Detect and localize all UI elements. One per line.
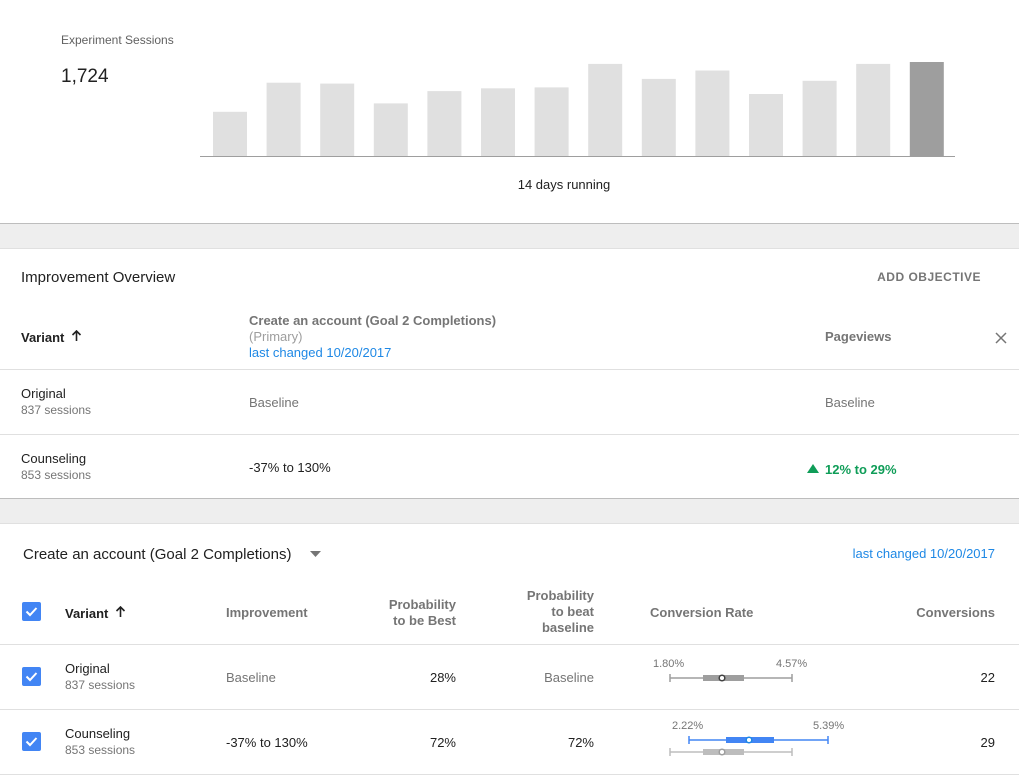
select-all-checkbox[interactable]: [22, 602, 41, 621]
prob-best-header: Probability to be Best: [389, 597, 456, 629]
pageviews-value: 12% to 29%: [825, 462, 897, 477]
detail-row-counseling: Counseling 853 sessions: [65, 726, 135, 758]
session-bar: [213, 111, 247, 156]
cr-high-label: 5.39%: [813, 720, 845, 732]
prob-best-value: 72%: [429, 735, 456, 750]
conversion-rate-interval: [669, 674, 793, 682]
variant-sessions: 853 sessions: [65, 743, 136, 757]
variant-checkbox-original[interactable]: [22, 667, 41, 686]
pageviews-value: Baseline: [825, 395, 875, 410]
dropdown-arrow-icon: [309, 544, 321, 562]
pageviews-header: Pageviews: [825, 329, 892, 344]
session-bar: [641, 78, 676, 156]
variant-sessions: 853 sessions: [21, 468, 92, 482]
cr-low-label: 1.80%: [653, 658, 685, 670]
session-bar: [266, 82, 301, 156]
session-bar: [588, 63, 623, 156]
conversions-header: Conversions: [916, 605, 995, 620]
goal-primary-label: (Primary): [249, 329, 303, 344]
check-icon: [25, 737, 38, 747]
session-bar: [802, 80, 837, 156]
variant-checkbox-counseling[interactable]: [22, 732, 41, 751]
variant-sessions: 837 sessions: [65, 678, 136, 692]
goal-value: Baseline: [249, 395, 299, 410]
variant-sort-header[interactable]: Variant: [21, 329, 82, 347]
check-icon: [25, 607, 38, 617]
variant-header-label: Variant: [65, 606, 109, 622]
goal-last-changed-link[interactable]: last changed 10/20/2017: [249, 345, 496, 361]
prob-beat-line3: baseline: [541, 620, 594, 635]
add-objective-button[interactable]: ADD OBJECTIVE: [877, 270, 981, 284]
prob-beat-header: Probability to beat baseline: [527, 588, 594, 636]
prob-beat-line2: to beat: [551, 604, 594, 619]
goal-column-header: Create an account (Goal 2 Completions) (…: [249, 313, 496, 361]
variant-name: Original: [21, 386, 66, 401]
detail-last-changed-link[interactable]: last changed 10/20/2017: [853, 546, 995, 561]
days-running: 14 days running: [517, 177, 611, 192]
conversion-rate-header: Conversion Rate: [650, 605, 754, 620]
objective-title: Create an account (Goal 2 Completions): [23, 546, 292, 563]
session-bar: [856, 63, 891, 156]
objective-selector[interactable]: Create an account (Goal 2 Completions): [23, 544, 321, 564]
prob-beat-value: Baseline: [544, 670, 594, 685]
variant-header-label: Variant: [21, 330, 65, 345]
conversions-value: 29: [980, 735, 995, 750]
improvement-overview-card: Improvement Overview ADD OBJECTIVE Varia…: [0, 248, 1019, 499]
variant-name: Original: [65, 661, 110, 676]
prob-best-line1: Probability: [388, 597, 456, 612]
improvement-value: -37% to 130%: [226, 735, 308, 750]
check-icon: [25, 672, 38, 682]
session-bar: [320, 83, 355, 156]
overview-title: Improvement Overview: [21, 269, 176, 286]
pageviews-improvement: 12% to 29%: [807, 460, 897, 479]
detail-variant-sort-header[interactable]: Variant: [65, 605, 126, 623]
session-bar: [534, 87, 569, 156]
arrow-up-icon: [71, 330, 82, 345]
prob-best-line2: to be Best: [393, 613, 456, 628]
improvement-value: Baseline: [226, 670, 276, 685]
prob-beat-line1: Probability: [526, 588, 594, 603]
overview-row-counseling: Counseling 853 sessions: [21, 451, 91, 483]
session-bar: [749, 94, 783, 156]
close-icon[interactable]: [995, 331, 1007, 349]
goal-value: -37% to 130%: [249, 460, 331, 475]
cr-low-label: 2.22%: [672, 720, 704, 732]
session-bar: [373, 103, 408, 156]
objective-detail-card: Create an account (Goal 2 Completions) l…: [0, 523, 1019, 778]
session-bar: [481, 88, 515, 156]
sessions-card: Experiment Sessions 1,724 14 days runnin…: [0, 0, 1019, 224]
conversion-rate-interval: [669, 736, 829, 756]
sessions-bar-chart: [200, 62, 955, 157]
variant-sessions: 837 sessions: [21, 403, 92, 417]
session-bar: [695, 70, 730, 156]
prob-beat-value: 72%: [567, 735, 594, 750]
prob-best-value: 28%: [429, 670, 456, 685]
variant-name: Counseling: [65, 726, 131, 741]
overview-row-original: Original 837 sessions: [21, 386, 91, 418]
session-bar: [427, 91, 462, 156]
cr-high-label: 4.57%: [776, 658, 808, 670]
arrow-up-icon: [115, 605, 126, 623]
variant-name: Counseling: [21, 451, 87, 466]
improvement-header: Improvement: [226, 605, 308, 620]
detail-row-original: Original 837 sessions: [65, 661, 135, 693]
goal-header-label: Create an account (Goal 2 Completions): [249, 313, 497, 328]
triangle-up-icon: [807, 460, 819, 478]
session-bar: [909, 62, 944, 156]
conversions-value: 22: [980, 670, 995, 685]
